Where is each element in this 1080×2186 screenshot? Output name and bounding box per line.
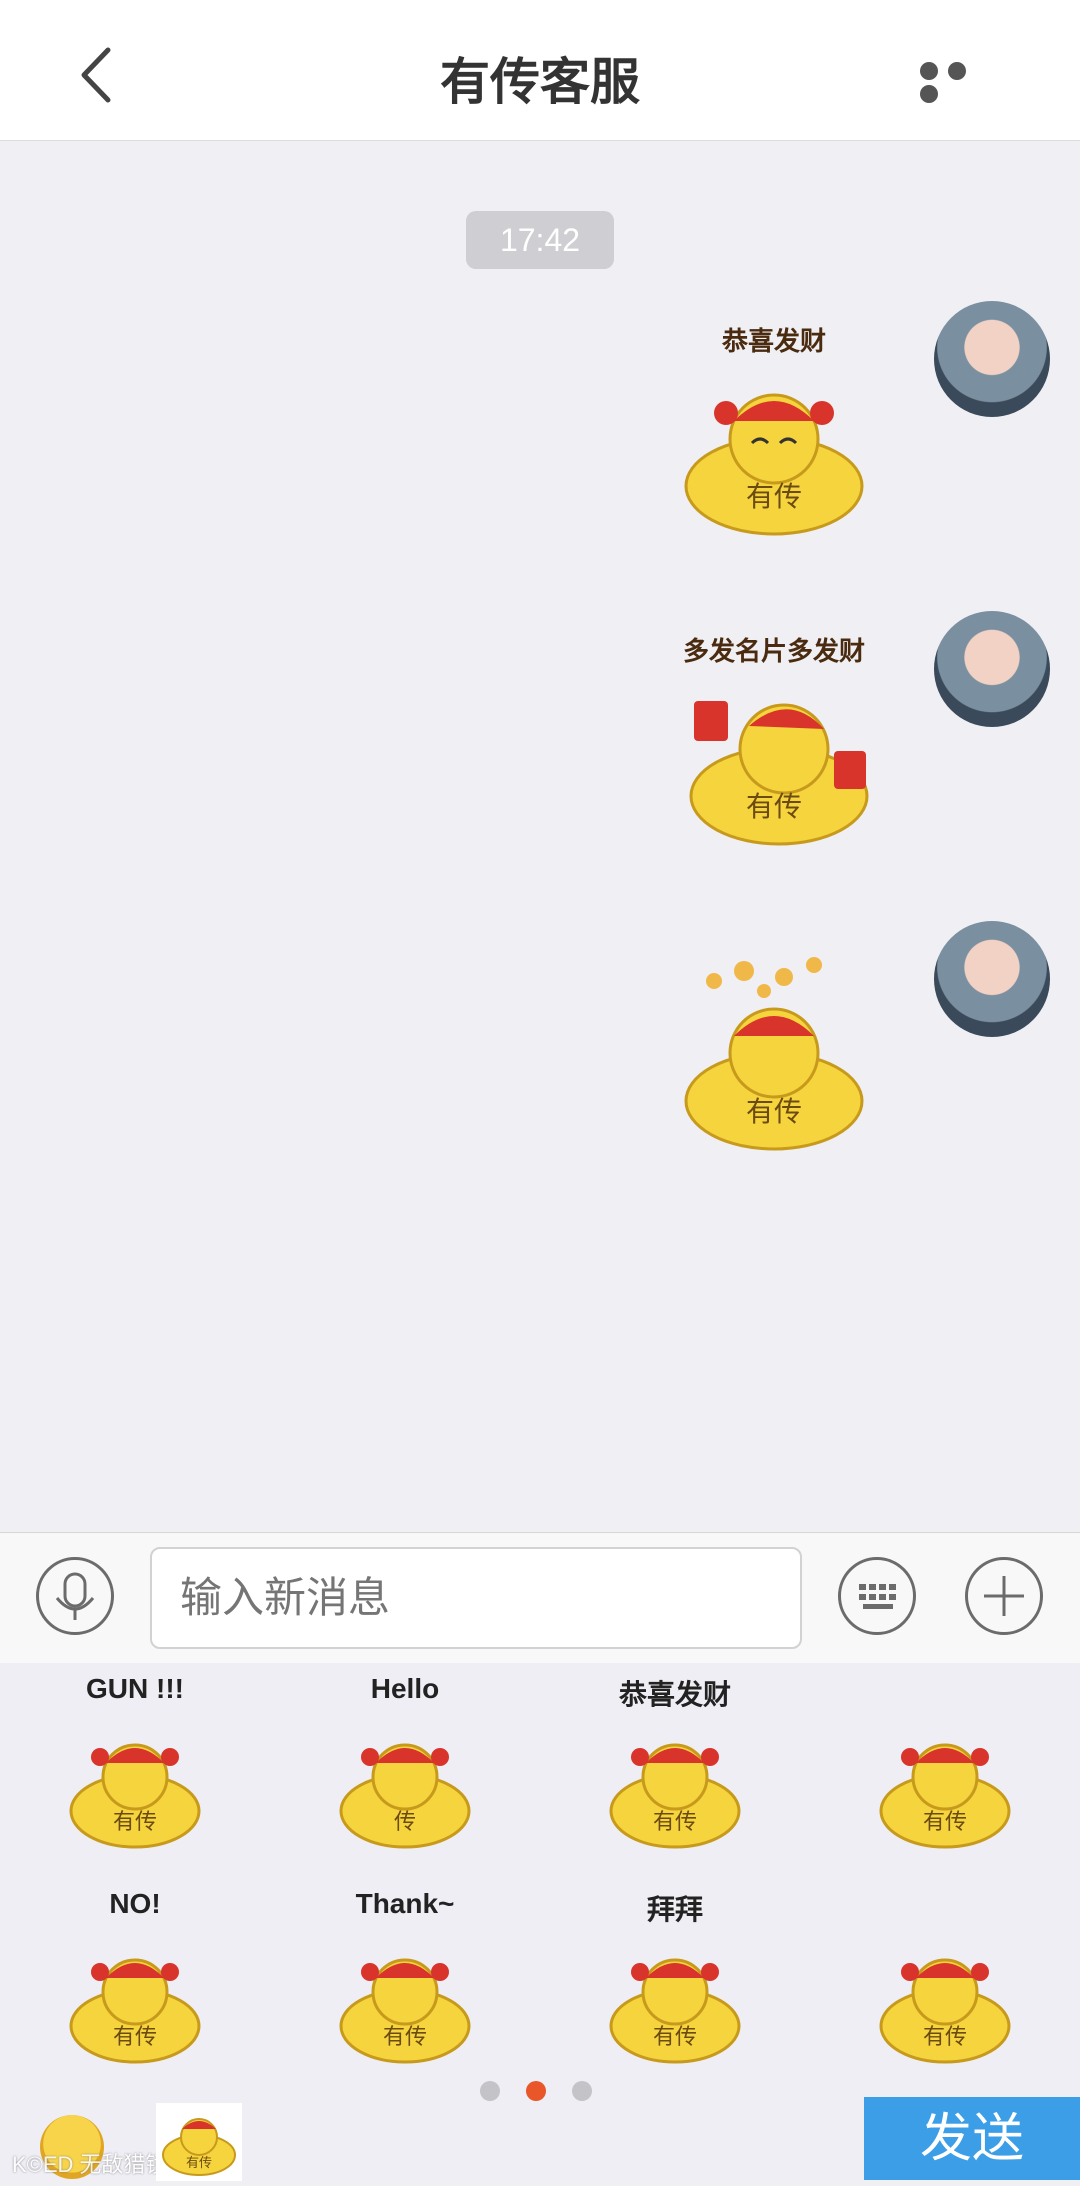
- sticker-option[interactable]: Thank~ 有传: [305, 1888, 505, 2088]
- keyboard-toggle-button[interactable]: [838, 1557, 916, 1635]
- ingot-mascot-icon: 有传: [879, 1958, 1011, 2064]
- svg-text:有传: 有传: [186, 2156, 212, 2171]
- watermark: K©ED 无敌猎镜: [12, 2152, 168, 2177]
- avatar[interactable]: [934, 301, 1050, 417]
- sticker-option[interactable]: Hello 传: [305, 1673, 505, 1873]
- svg-text:有传: 有传: [113, 1810, 157, 1835]
- plus-icon: [984, 1576, 1024, 1616]
- nav-header: 有传客服: [0, 0, 1080, 141]
- sticker-caption: 恭喜发财: [618, 1679, 731, 1710]
- microphone-icon: [55, 1572, 95, 1620]
- svg-text:有传: 有传: [746, 1095, 802, 1128]
- keyboard-icon: [859, 1584, 896, 1609]
- add-attachment-button[interactable]: [965, 1557, 1043, 1635]
- message-input[interactable]: [150, 1547, 802, 1649]
- sticker-option[interactable]: 有传: [845, 1673, 1045, 1873]
- ingot-mascot-icon: 有传: [162, 2118, 236, 2176]
- svg-text:有传: 有传: [746, 790, 802, 823]
- svg-text:有传: 有传: [746, 480, 802, 513]
- ingot-mascot-icon: 有传: [684, 393, 864, 536]
- sticker-caption: Hello: [370, 1673, 440, 1704]
- message-timestamp: 17:42: [466, 211, 614, 269]
- page-title: 有传客服: [440, 54, 640, 110]
- voice-button[interactable]: [36, 1557, 114, 1635]
- ingot-mascot-icon: 有传: [684, 957, 864, 1151]
- avatar[interactable]: [934, 611, 1050, 727]
- message-sticker[interactable]: 有传: [674, 941, 874, 1161]
- svg-text:有传: 有传: [923, 2025, 967, 2050]
- message-sticker[interactable]: 恭喜发财 有传: [674, 321, 874, 541]
- sticker-option[interactable]: 拜拜 有传: [575, 1888, 775, 2088]
- avatar[interactable]: [934, 921, 1050, 1037]
- ingot-mascot-icon: 有传: [69, 1958, 201, 2064]
- sticker-caption: NO!: [109, 1888, 161, 1919]
- ingot-mascot-icon: 有传: [689, 701, 869, 846]
- svg-text:有传: 有传: [923, 1810, 967, 1835]
- sticker-tab-bar: K©ED 无敌猎镜 有传 发送: [0, 2097, 1080, 2181]
- dot-icon: [948, 62, 966, 80]
- ingot-mascot-icon: 有传: [339, 1958, 471, 2064]
- svg-text:传: 传: [394, 1810, 416, 1835]
- sticker-caption: GUN !!!: [86, 1673, 184, 1704]
- chat-area[interactable]: 17:42 恭喜发财 有传 多发名片多发财 有传 有传: [0, 141, 1080, 1531]
- sticker-panel: GUN !!! 有传 Hello 传恭喜发财 有传 有传 NO! 有传 Thank~ 有传 拜拜 有传…: [0, 1663, 1080, 2181]
- chat-message: 有传: [650, 921, 1050, 1161]
- message-sticker[interactable]: 多发名片多发财 有传: [674, 631, 874, 851]
- svg-text:有传: 有传: [653, 1810, 697, 1835]
- svg-text:有传: 有传: [113, 2025, 157, 2050]
- sticker-caption: 拜拜: [646, 1894, 703, 1925]
- chat-message: 多发名片多发财 有传: [650, 611, 1050, 851]
- input-bar: [0, 1532, 1080, 1663]
- sticker-option[interactable]: 恭喜发财 有传: [575, 1673, 775, 1873]
- sticker-option[interactable]: 有传: [845, 1888, 1045, 2088]
- sticker-option[interactable]: NO! 有传: [35, 1888, 235, 2088]
- svg-text:有传: 有传: [383, 2025, 427, 2050]
- more-button[interactable]: [920, 62, 1000, 103]
- ingot-mascot-icon: 有传: [879, 1743, 1011, 1849]
- svg-text:有传: 有传: [653, 2025, 697, 2050]
- sticker-caption: Thank~: [355, 1888, 455, 1919]
- ingot-mascot-icon: 有传: [609, 1958, 741, 2064]
- dot-icon: [920, 85, 938, 103]
- sticker-option[interactable]: GUN !!! 有传: [35, 1673, 235, 1873]
- ingot-mascot-icon: 传: [339, 1743, 471, 1849]
- ingot-mascot-icon: 有传: [609, 1743, 741, 1849]
- ingot-mascot-icon: 有传: [69, 1743, 201, 1849]
- chat-message: 恭喜发财 有传: [650, 301, 1050, 541]
- dot-icon: [920, 62, 938, 80]
- send-button[interactable]: 发送: [864, 2097, 1080, 2180]
- sticker-pack-tab[interactable]: 有传: [156, 2103, 242, 2181]
